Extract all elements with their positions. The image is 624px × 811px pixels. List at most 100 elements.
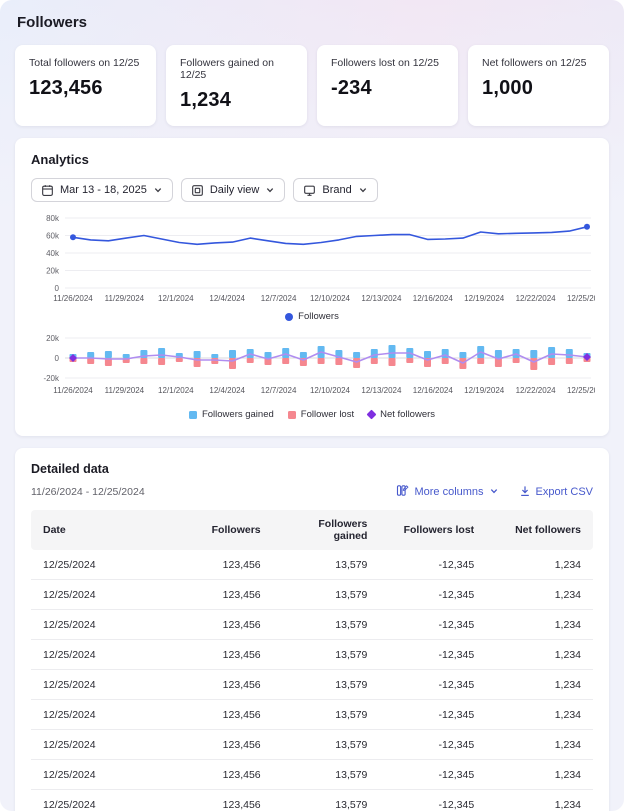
column-header: Date: [31, 510, 166, 550]
table-cell: 12/25/2024: [31, 550, 166, 580]
followers-line-chart: 020k40k60k80k11/26/202411/29/202412/1/20…: [31, 212, 593, 309]
stat-card-label: Followers gained on 12/25: [180, 57, 293, 81]
table-cell: 123,456: [166, 730, 273, 760]
svg-text:12/10/2024: 12/10/2024: [310, 386, 351, 395]
lost-legend-label: Follower lost: [301, 409, 354, 420]
svg-text:12/13/2024: 12/13/2024: [361, 294, 402, 303]
table-cell: 123,456: [166, 610, 273, 640]
svg-text:12/25/2024: 12/25/2024: [567, 294, 595, 303]
chevron-down-icon: [153, 185, 163, 195]
followers-dashboard: Followers Total followers on 12/25 123,4…: [0, 0, 624, 811]
chevron-down-icon: [358, 185, 368, 195]
more-columns-button[interactable]: More columns: [396, 484, 498, 500]
columns-icon: [396, 484, 409, 500]
date-range-label: Mar 13 - 18, 2025: [60, 184, 147, 196]
svg-text:40k: 40k: [46, 249, 60, 258]
table-row[interactable]: 12/25/2024123,45613,579-12,3451,234: [31, 700, 593, 730]
export-csv-label: Export CSV: [536, 486, 593, 498]
table-cell: 12/25/2024: [31, 610, 166, 640]
table-row[interactable]: 12/25/2024123,45613,579-12,3451,234: [31, 730, 593, 760]
table-cell: -12,345: [379, 730, 486, 760]
table-cell: 13,579: [273, 730, 380, 760]
table-cell: 13,579: [273, 580, 380, 610]
analytics-card: Analytics Mar 13 - 18, 2025: [15, 138, 609, 436]
table-cell: 13,579: [273, 670, 380, 700]
line-chart-legend: Followers: [31, 311, 593, 322]
stat-card: Net followers on 12/25 1,000: [468, 45, 609, 126]
table-cell: 1,234: [486, 580, 593, 610]
column-header: Followers: [166, 510, 273, 550]
column-header: Followers gained: [273, 510, 380, 550]
more-columns-label: More columns: [414, 486, 483, 498]
followers-legend-label: Followers: [298, 311, 339, 322]
svg-text:20k: 20k: [46, 267, 60, 276]
page-title: Followers: [17, 14, 607, 31]
svg-text:12/1/2024: 12/1/2024: [158, 294, 194, 303]
stat-cards-row: Total followers on 12/25 123,456 Followe…: [15, 45, 609, 126]
table-row[interactable]: 12/25/2024123,45613,579-12,3451,234: [31, 760, 593, 790]
page-header: Followers: [0, 0, 624, 41]
legend-item-net: Net followers: [368, 409, 435, 420]
svg-text:12/19/2024: 12/19/2024: [464, 294, 505, 303]
table-cell: 123,456: [166, 760, 273, 790]
svg-text:11/29/2024: 11/29/2024: [105, 294, 145, 303]
view-granularity-dropdown[interactable]: Daily view: [181, 178, 286, 202]
table-cell: -12,345: [379, 580, 486, 610]
stat-card: Followers gained on 12/25 1,234: [166, 45, 307, 126]
table-cell: 1,234: [486, 700, 593, 730]
table-row[interactable]: 12/25/2024123,45613,579-12,3451,234: [31, 610, 593, 640]
table-cell: 1,234: [486, 730, 593, 760]
table-cell: -12,345: [379, 760, 486, 790]
table-row[interactable]: 12/25/2024123,45613,579-12,3451,234: [31, 580, 593, 610]
table-cell: 123,456: [166, 700, 273, 730]
table-row[interactable]: 12/25/2024123,45613,579-12,3451,234: [31, 640, 593, 670]
table-cell: 123,456: [166, 640, 273, 670]
table-cell: -12,345: [379, 640, 486, 670]
table-header-row: DateFollowersFollowers gainedFollowers l…: [31, 510, 593, 550]
table-cell: 123,456: [166, 550, 273, 580]
table-cell: 13,579: [273, 700, 380, 730]
svg-text:11/29/2024: 11/29/2024: [105, 386, 145, 395]
svg-text:12/10/2024: 12/10/2024: [310, 294, 351, 303]
table-cell: 123,456: [166, 580, 273, 610]
table-row[interactable]: 12/25/2024123,45613,579-12,3451,234: [31, 790, 593, 811]
column-header: Followers lost: [379, 510, 486, 550]
table-cell: 12/25/2024: [31, 700, 166, 730]
stat-card-value: 1,234: [180, 89, 293, 112]
table-cell: 13,579: [273, 760, 380, 790]
table-cell: 12/25/2024: [31, 640, 166, 670]
legend-item-followers: Followers: [285, 311, 339, 322]
export-csv-button[interactable]: Export CSV: [519, 485, 593, 500]
bar-chart-legend: Followers gained Follower lost Net follo…: [31, 409, 593, 420]
table-cell: -12,345: [379, 610, 486, 640]
lost-legend-marker: [288, 411, 296, 419]
svg-text:20k: 20k: [46, 334, 60, 343]
svg-text:11/26/2024: 11/26/2024: [53, 294, 93, 303]
svg-text:12/7/2024: 12/7/2024: [261, 386, 297, 395]
svg-text:12/4/2024: 12/4/2024: [209, 294, 245, 303]
calendar-icon: [41, 184, 54, 197]
detailed-data-table: DateFollowersFollowers gainedFollowers l…: [31, 510, 593, 811]
net-legend-label: Net followers: [380, 409, 435, 420]
table-cell: 12/25/2024: [31, 730, 166, 760]
table-cell: -12,345: [379, 550, 486, 580]
date-range-dropdown[interactable]: Mar 13 - 18, 2025: [31, 178, 173, 202]
chevron-down-icon: [489, 486, 499, 499]
svg-text:12/22/2024: 12/22/2024: [516, 386, 557, 395]
table-cell: 12/25/2024: [31, 670, 166, 700]
svg-text:12/13/2024: 12/13/2024: [361, 386, 402, 395]
legend-item-gained: Followers gained: [189, 409, 274, 420]
stat-card-label: Net followers on 12/25: [482, 57, 595, 69]
table-cell: 1,234: [486, 610, 593, 640]
table-row[interactable]: 12/25/2024123,45613,579-12,3451,234: [31, 550, 593, 580]
account-type-dropdown[interactable]: Brand: [293, 178, 377, 202]
stat-card-value: 123,456: [29, 77, 142, 100]
monitor-icon: [303, 184, 316, 197]
table-row[interactable]: 12/25/2024123,45613,579-12,3451,234: [31, 670, 593, 700]
stat-card: Total followers on 12/25 123,456: [15, 45, 156, 126]
svg-text:12/1/2024: 12/1/2024: [158, 386, 194, 395]
detailed-data-title: Detailed data: [31, 462, 593, 476]
table-cell: 1,234: [486, 670, 593, 700]
svg-text:60k: 60k: [46, 232, 60, 241]
gained-lost-bar-chart: -20k020k11/26/202411/29/202412/1/202412/…: [31, 330, 593, 407]
